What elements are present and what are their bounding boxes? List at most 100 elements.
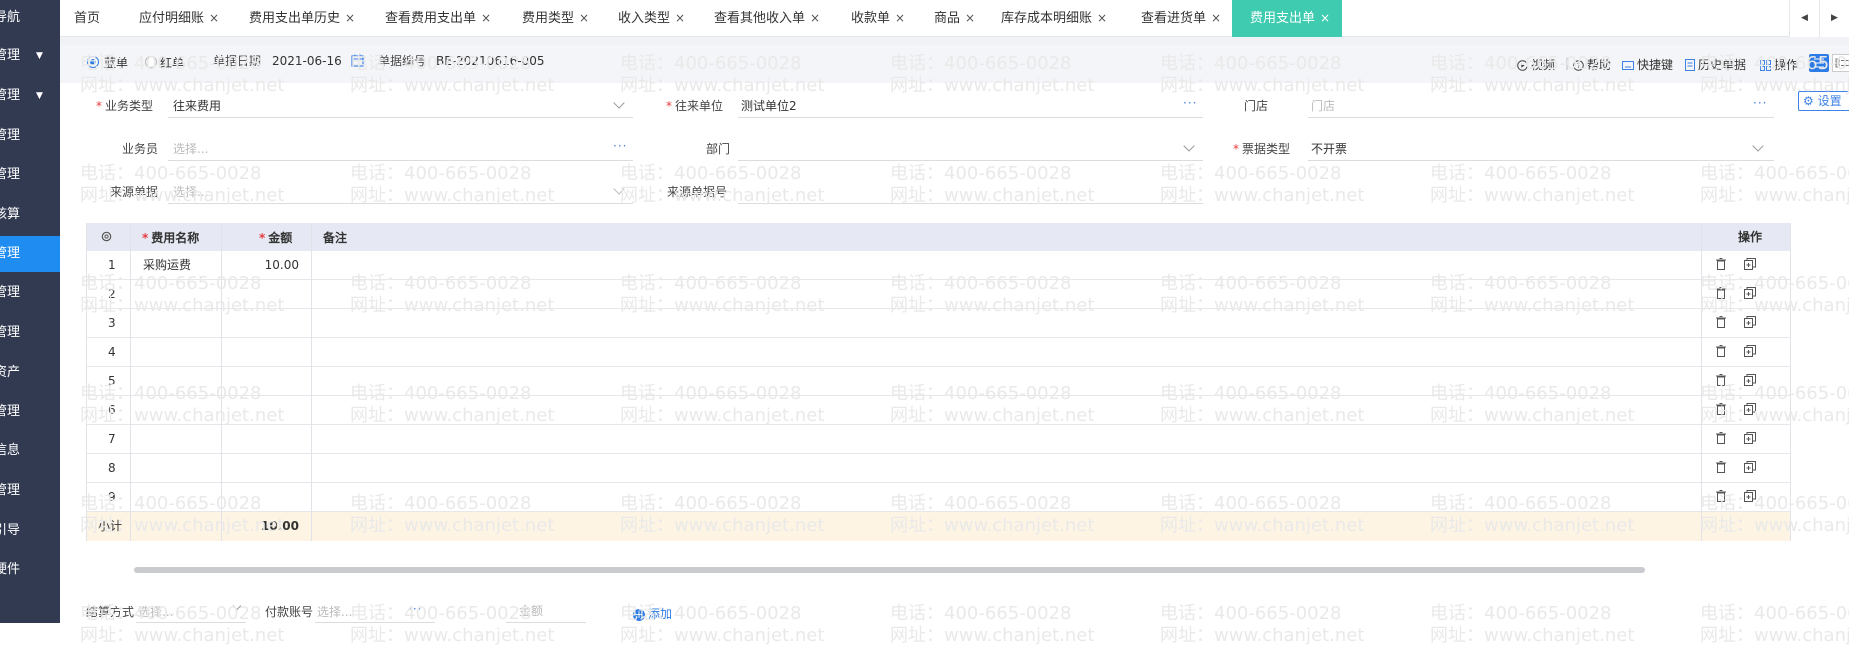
- partner-more-icon[interactable]: ···: [1183, 96, 1197, 110]
- sidebar-item[interactable]: 管理: [0, 315, 60, 351]
- calendar-icon[interactable]: [351, 54, 364, 67]
- copy-icon[interactable]: [1744, 258, 1756, 270]
- invoice-value[interactable]: 不开票: [1311, 141, 1347, 157]
- sidebar-item[interactable]: 引导: [0, 513, 60, 549]
- dept-chevron-down-icon[interactable]: [1183, 140, 1195, 152]
- invoice-chevron-down-icon[interactable]: [1752, 140, 1764, 152]
- trash-icon[interactable]: [1716, 345, 1726, 357]
- trash-icon[interactable]: [1716, 432, 1726, 444]
- close-icon[interactable]: ×: [209, 11, 219, 25]
- sidebar-item[interactable]: 管理: [0, 275, 60, 311]
- cell-amount[interactable]: 10.00: [239, 257, 299, 273]
- list-view-button[interactable]: [1809, 54, 1829, 72]
- blue-doc-radio[interactable]: [87, 56, 99, 68]
- store-input[interactable]: 门店: [1311, 98, 1335, 114]
- copy-icon[interactable]: [1744, 403, 1756, 415]
- copy-icon[interactable]: [1744, 316, 1756, 328]
- tab-7[interactable]: 查看其他收入单 ×: [714, 0, 842, 37]
- help-button[interactable]: ? 帮助: [1573, 56, 1611, 73]
- sidebar-item[interactable]: 核算: [0, 197, 60, 233]
- sidebar-item[interactable]: 管理: [0, 394, 60, 430]
- operation-button[interactable]: 操作: [1760, 56, 1798, 73]
- sidebar-item[interactable]: 管理: [0, 236, 60, 272]
- close-icon[interactable]: ×: [675, 11, 685, 25]
- close-icon[interactable]: ×: [1320, 11, 1330, 25]
- close-icon[interactable]: ×: [810, 11, 820, 25]
- tab-3[interactable]: 费用支出单历史 ×: [249, 0, 377, 37]
- tab-8[interactable]: 收款单 ×: [851, 0, 927, 37]
- close-icon[interactable]: ×: [1097, 11, 1107, 25]
- table-row[interactable]: 9: [86, 483, 1790, 512]
- gear-icon[interactable]: [100, 230, 113, 243]
- tab-4[interactable]: 查看费用支出单 ×: [385, 0, 513, 37]
- tab-10[interactable]: 库存成本明细账 ×: [1001, 0, 1133, 37]
- card-view-button[interactable]: [1832, 54, 1849, 72]
- trash-icon[interactable]: [1716, 374, 1726, 386]
- biz-type-value[interactable]: 往来费用: [173, 98, 221, 114]
- copy-icon[interactable]: [1744, 432, 1756, 444]
- table-row[interactable]: 4: [86, 338, 1790, 367]
- horizontal-scrollbar[interactable]: [134, 567, 1645, 573]
- staff-input[interactable]: 选择...: [173, 141, 208, 157]
- account-more-icon[interactable]: ···: [408, 602, 422, 616]
- trash-icon[interactable]: [1716, 258, 1726, 270]
- trash-icon[interactable]: [1716, 403, 1726, 415]
- tab-12[interactable]: 费用支出单 ×: [1232, 0, 1342, 37]
- table-row[interactable]: 7: [86, 425, 1790, 454]
- sidebar-item[interactable]: 管理: [0, 157, 60, 193]
- settings-button[interactable]: ⚙ 设置: [1798, 91, 1849, 111]
- source-input[interactable]: 选择...: [173, 184, 208, 200]
- copy-icon[interactable]: [1744, 374, 1756, 386]
- sidebar-item[interactable]: 导航: [0, 0, 60, 36]
- copy-icon[interactable]: [1744, 345, 1756, 357]
- tab-next-button[interactable]: ▶: [1819, 0, 1849, 37]
- tab-prev-button[interactable]: ◀: [1789, 0, 1819, 37]
- tab-5[interactable]: 费用类型 ×: [522, 0, 610, 37]
- settle-input[interactable]: 选择...: [138, 604, 173, 620]
- table-row[interactable]: 3: [86, 309, 1790, 338]
- close-icon[interactable]: ×: [1211, 11, 1221, 25]
- trash-icon[interactable]: [1716, 461, 1726, 473]
- add-payment-button[interactable]: + 添加: [633, 605, 672, 622]
- copy-icon[interactable]: [1744, 461, 1756, 473]
- tab-6[interactable]: 收入类型 ×: [618, 0, 706, 37]
- history-button[interactable]: 历史单据: [1685, 56, 1746, 73]
- table-row[interactable]: 1 采购运费 10.00: [86, 251, 1790, 280]
- close-icon[interactable]: ×: [965, 11, 975, 25]
- settle-chevron-down-icon[interactable]: [232, 601, 242, 611]
- copy-icon[interactable]: [1744, 490, 1756, 502]
- sidebar-item[interactable]: 资产: [0, 355, 60, 391]
- tab-9[interactable]: 商品 ×: [934, 0, 994, 37]
- tab-2[interactable]: 应付明细账 ×: [139, 0, 239, 37]
- chevron-down-icon[interactable]: [613, 97, 625, 109]
- close-icon[interactable]: ×: [481, 11, 491, 25]
- table-row[interactable]: 8: [86, 454, 1790, 483]
- account-input[interactable]: 选择...: [317, 604, 352, 620]
- staff-more-icon[interactable]: ···: [613, 139, 627, 153]
- blue-doc-label[interactable]: 蓝单: [104, 55, 128, 71]
- video-button[interactable]: 视频: [1517, 56, 1555, 73]
- copy-icon[interactable]: [1744, 287, 1756, 299]
- sidebar-item[interactable]: 管理 ▼: [0, 78, 60, 114]
- sidebar-item[interactable]: 管理: [0, 118, 60, 154]
- amount-input[interactable]: 金额: [519, 603, 543, 619]
- sidebar-item[interactable]: 信息: [0, 433, 60, 469]
- tab-1[interactable]: 首页: [74, 0, 114, 37]
- trash-icon[interactable]: [1716, 316, 1726, 328]
- close-icon[interactable]: ×: [895, 11, 905, 25]
- trash-icon[interactable]: [1716, 490, 1726, 502]
- trash-icon[interactable]: [1716, 287, 1726, 299]
- close-icon[interactable]: ×: [579, 11, 589, 25]
- cell-expense-name[interactable]: 采购运费: [143, 257, 191, 273]
- date-value[interactable]: 2021-06-16: [272, 53, 342, 69]
- table-row[interactable]: 2: [86, 280, 1790, 309]
- close-icon[interactable]: ×: [345, 11, 355, 25]
- partner-value[interactable]: 测试单位2: [741, 98, 797, 114]
- tab-11[interactable]: 查看进货单 ×: [1141, 0, 1225, 37]
- table-row[interactable]: 6: [86, 396, 1790, 425]
- store-more-icon[interactable]: ···: [1753, 96, 1767, 110]
- sidebar-item[interactable]: 管理: [0, 473, 60, 509]
- shortcut-button[interactable]: 快捷键: [1622, 56, 1673, 73]
- sidebar-item[interactable]: 管理 ▼: [0, 38, 60, 74]
- table-row[interactable]: 5: [86, 367, 1790, 396]
